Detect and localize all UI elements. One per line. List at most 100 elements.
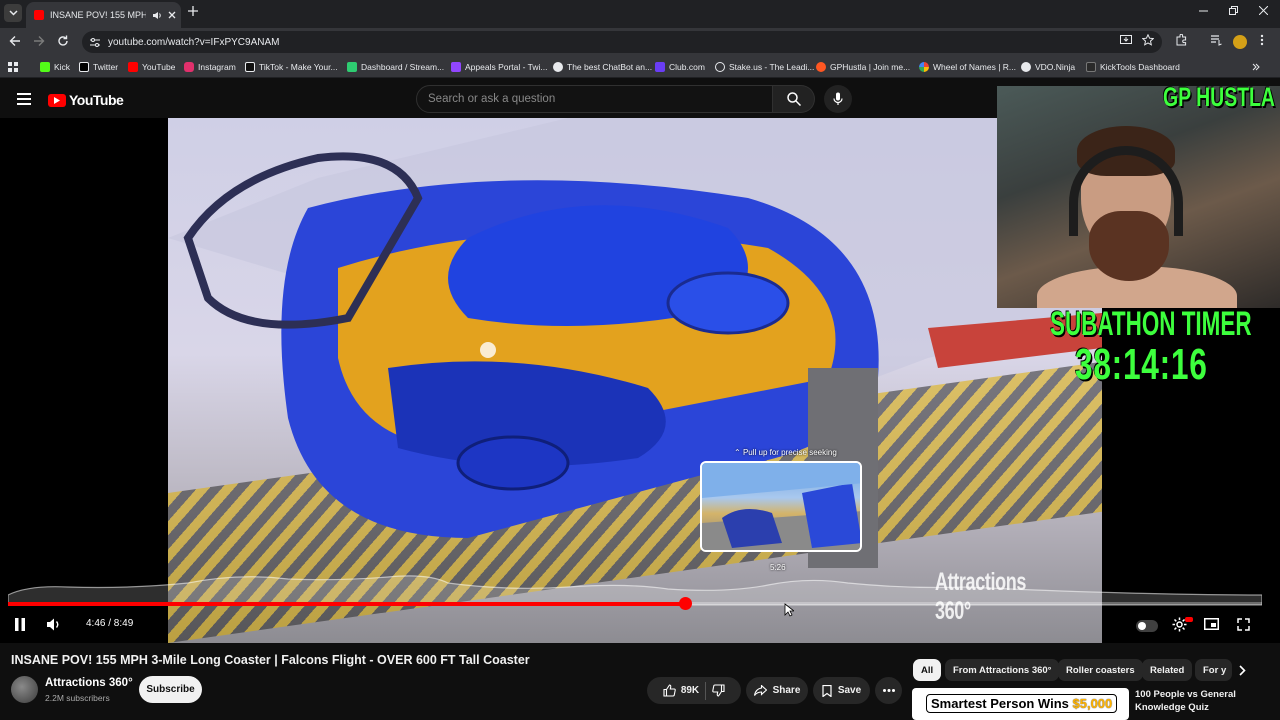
precise-seeking-hint: ⌃ Pull up for precise seeking	[734, 448, 837, 457]
bookmark-item[interactable]: Wheel of Names | R...	[919, 60, 1016, 74]
channel-name[interactable]: Attractions 360°	[45, 677, 133, 689]
bookmark-item[interactable]: Club.com	[655, 60, 705, 74]
instagram-icon	[184, 62, 194, 72]
kick-icon	[40, 62, 50, 72]
forward-icon[interactable]	[33, 35, 45, 47]
bookmark-item[interactable]: Appeals Portal - Twi...	[451, 60, 548, 74]
autoplay-knob	[1138, 622, 1146, 630]
miniplayer-icon[interactable]	[1204, 618, 1219, 630]
streamer-brand: GP HUSTLA	[1163, 82, 1275, 112]
bookmark-item[interactable]: TikTok - Make Your...	[245, 60, 338, 74]
bookmark-item[interactable]: Dashboard / Stream...	[347, 60, 444, 74]
vdo-ninja-icon	[1021, 62, 1031, 72]
reload-icon[interactable]	[57, 35, 69, 47]
mouse-cursor-icon	[784, 603, 794, 617]
chip-for-you[interactable]: For y	[1195, 659, 1232, 681]
bookmark-item[interactable]: KickTools Dashboard	[1086, 60, 1180, 74]
bookmark-item[interactable]: VDO.Ninja	[1021, 60, 1075, 74]
apps-grid-icon[interactable]	[8, 62, 18, 72]
bookmark-item[interactable]: Kick	[40, 60, 70, 74]
install-app-icon[interactable]	[1120, 34, 1132, 46]
bookmark-star-icon[interactable]	[1142, 34, 1154, 46]
bookmark-item[interactable]: YouTube	[128, 60, 175, 74]
extensions-icon[interactable]	[1175, 34, 1187, 46]
speaker-icon[interactable]	[152, 11, 162, 20]
chevron-right-icon	[1238, 664, 1246, 676]
bookmark-item[interactable]: The best ChatBot an...	[553, 60, 652, 74]
subscribe-button[interactable]: Subscribe	[139, 676, 202, 703]
site-info-icon[interactable]	[90, 37, 100, 47]
tab-title: INSANE POV! 155 MPH 3-M	[50, 10, 146, 20]
share-label: Share	[772, 685, 801, 696]
tab-search-button[interactable]	[4, 4, 22, 22]
back-icon[interactable]	[9, 35, 21, 47]
time-display: 4:46 / 8:49	[86, 618, 134, 629]
tiktok-icon	[245, 62, 255, 72]
twitch-icon	[451, 62, 461, 72]
thumbnail-text: Smartest Person Wins $5,000	[926, 694, 1118, 713]
address-bar[interactable]: youtube.com/watch?v=IFxPYC9ANAM	[82, 31, 1162, 53]
search-button[interactable]	[773, 85, 815, 113]
share-button[interactable]: Share	[746, 677, 808, 704]
recommended-video-title[interactable]: 100 People vs General Knowledge Quiz	[1135, 688, 1275, 714]
youtube-wordmark: YouTube	[69, 92, 124, 108]
recommended-thumbnail[interactable]: Smartest Person Wins $5,000	[912, 688, 1129, 720]
twitter-icon	[79, 62, 89, 72]
menu-icon[interactable]	[17, 93, 31, 108]
browser-toolbar: youtube.com/watch?v=IFxPYC9ANAM	[0, 28, 1280, 56]
more-actions-button[interactable]	[875, 677, 902, 704]
browser-tab-active[interactable]: INSANE POV! 155 MPH 3-M	[26, 2, 181, 28]
bookmark-item[interactable]: Twitter	[79, 60, 118, 74]
minimize-icon[interactable]	[1199, 6, 1208, 15]
kicktools-icon	[1086, 62, 1096, 72]
more-horizontal-icon	[882, 689, 895, 692]
search-input[interactable]: Search or ask a question	[416, 85, 773, 113]
bookmark-item[interactable]: GPHustla | Join me...	[816, 60, 910, 74]
save-button[interactable]: Save	[813, 677, 870, 704]
fullscreen-icon[interactable]	[1237, 618, 1250, 631]
save-label: Save	[837, 685, 862, 696]
restore-icon[interactable]	[1229, 6, 1238, 15]
chip-from-channel[interactable]: From Attractions 360°	[945, 659, 1060, 681]
channel-avatar[interactable]	[11, 676, 38, 703]
streamer-webcam	[997, 86, 1280, 308]
bookmark-item[interactable]: Instagram	[184, 60, 236, 74]
tab-close-icon[interactable]	[168, 11, 176, 19]
like-count: 89K	[680, 685, 700, 696]
close-window-icon[interactable]	[1259, 6, 1268, 15]
gphustla-icon	[816, 62, 826, 72]
volume-icon[interactable]	[47, 618, 61, 631]
youtube-favicon-icon	[34, 10, 44, 20]
bookmark-item[interactable]: Stake.us - The Leadi...	[715, 60, 814, 74]
microphone-icon	[833, 92, 843, 105]
thumbs-down-icon[interactable]	[712, 684, 725, 697]
new-tab-icon[interactable]	[188, 6, 198, 16]
chip-related[interactable]: Related	[1142, 659, 1193, 681]
progress-bar[interactable]	[8, 597, 1262, 610]
thumbs-up-icon	[663, 684, 676, 697]
like-button[interactable]: 89K	[663, 684, 699, 697]
autoplay-toggle[interactable]	[1136, 620, 1158, 632]
subathon-label: SUBATHON TIMER	[1050, 305, 1252, 343]
media-controls-icon[interactable]	[1210, 34, 1222, 46]
pause-icon[interactable]	[14, 618, 26, 631]
url-text: youtube.com/watch?v=IFxPYC9ANAM	[108, 36, 280, 48]
browser-tab-strip: INSANE POV! 155 MPH 3-M	[0, 0, 1280, 28]
chips-next-button[interactable]	[1232, 660, 1252, 680]
bookmark-icon	[822, 684, 832, 697]
youtube-logo[interactable]: YouTube	[48, 92, 124, 108]
more-bookmarks-icon[interactable]	[1252, 63, 1260, 71]
youtube-icon	[128, 62, 138, 72]
chip-roller-coasters[interactable]: Roller coasters	[1058, 659, 1143, 681]
chip-all[interactable]: All	[913, 659, 942, 681]
openai-icon	[553, 62, 563, 72]
more-menu-icon[interactable]	[1260, 34, 1264, 46]
profile-avatar[interactable]	[1233, 35, 1247, 49]
bookmarks-bar: Kick Twitter YouTube Instagram TikTok - …	[0, 56, 1280, 78]
wheel-icon	[919, 62, 929, 72]
preview-frame-image	[702, 463, 860, 550]
subathon-timer: 38:14:16	[1075, 340, 1208, 389]
seek-preview-thumbnail	[700, 461, 862, 552]
voice-search-button[interactable]	[824, 85, 852, 113]
club-icon	[655, 62, 665, 72]
